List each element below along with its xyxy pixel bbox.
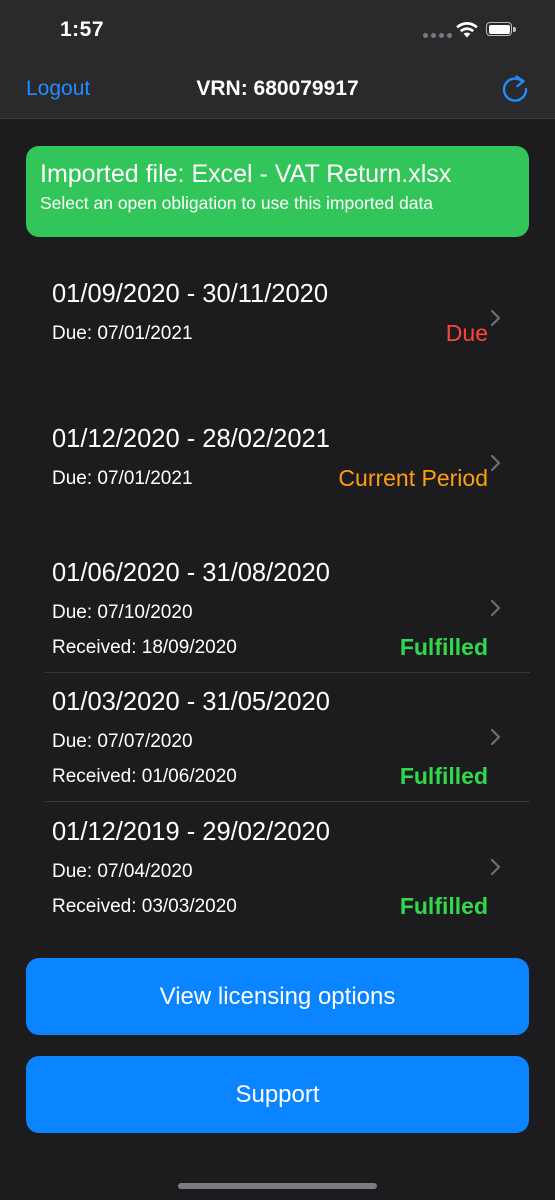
- obligation-received-date: Received: 01/06/2020: [52, 766, 237, 787]
- obligation-received-date: Received: 03/03/2020: [52, 896, 237, 917]
- obligation-row[interactable]: 01/03/2020 - 31/05/2020 Due: 07/07/2020 …: [0, 674, 555, 800]
- obligation-status: Current Period: [338, 465, 488, 491]
- obligation-status: Fulfilled: [399, 893, 488, 919]
- imported-file-banner: Imported file: Excel - VAT Return.xlsx S…: [26, 146, 529, 237]
- row-divider: [45, 672, 530, 673]
- chevron-right-icon: [490, 728, 501, 746]
- home-indicator: [178, 1183, 377, 1189]
- obligation-period: 01/06/2020 - 31/08/2020: [52, 559, 330, 587]
- obligation-status: Fulfilled: [399, 634, 488, 660]
- obligation-row[interactable]: 01/12/2020 - 28/02/2021 Due: 07/01/2021 …: [0, 405, 555, 535]
- cellular-signal-icon: [423, 33, 452, 38]
- row-divider: [45, 801, 530, 802]
- obligation-row[interactable]: 01/06/2020 - 31/08/2020 Due: 07/10/2020 …: [0, 545, 555, 671]
- view-licensing-options-button[interactable]: View licensing options: [26, 958, 529, 1035]
- obligation-period: 01/12/2020 - 28/02/2021: [52, 425, 330, 453]
- obligation-received-date: Received: 18/09/2020: [52, 637, 237, 658]
- obligation-due-date: Due: 07/01/2021: [52, 468, 193, 489]
- obligation-due-date: Due: 07/10/2020: [52, 602, 193, 623]
- obligation-due-date: Due: 07/04/2020: [52, 861, 193, 882]
- obligation-period: 01/12/2019 - 29/02/2020: [52, 818, 330, 846]
- banner-subtitle: Select an open obligation to use this im…: [40, 193, 434, 213]
- refresh-icon[interactable]: [498, 72, 532, 106]
- obligation-row[interactable]: 01/12/2019 - 29/02/2020 Due: 07/04/2020 …: [0, 804, 555, 930]
- obligation-row[interactable]: 01/09/2020 - 30/11/2020 Due: 07/01/2021 …: [0, 260, 555, 390]
- chevron-right-icon: [490, 599, 501, 617]
- battery-icon: [486, 22, 516, 38]
- support-button[interactable]: Support: [26, 1056, 529, 1133]
- obligation-due-date: Due: 07/07/2020: [52, 731, 193, 752]
- banner-title: Imported file: Excel - VAT Return.xlsx: [40, 160, 452, 188]
- navigation-bar: VRN: 680079917 Logout: [0, 62, 555, 119]
- logout-button[interactable]: Logout: [26, 77, 90, 101]
- obligation-period: 01/03/2020 - 31/05/2020: [52, 688, 330, 716]
- obligation-due-date: Due: 07/01/2021: [52, 323, 193, 344]
- obligation-status: Fulfilled: [399, 763, 488, 789]
- status-time: 1:57: [60, 18, 105, 41]
- obligation-status: Due: [445, 320, 488, 346]
- chevron-right-icon: [490, 454, 501, 472]
- status-bar: 1:57: [0, 0, 555, 62]
- chevron-right-icon: [490, 309, 501, 327]
- obligation-period: 01/09/2020 - 30/11/2020: [52, 280, 329, 308]
- chevron-right-icon: [490, 858, 501, 876]
- wifi-icon: [456, 22, 478, 38]
